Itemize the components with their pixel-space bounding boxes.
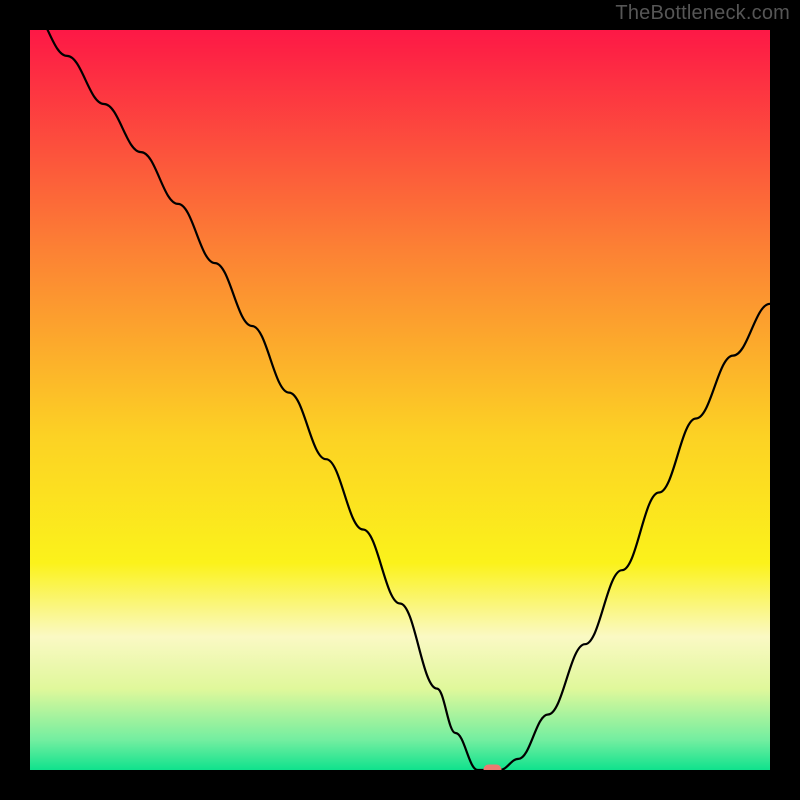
optimal-marker [484,765,502,771]
attribution-text: TheBottleneck.com [615,2,790,25]
plot-area [30,30,770,770]
chart-svg [30,30,770,770]
chart-frame: TheBottleneck.com [0,0,800,800]
chart-background [30,30,770,770]
